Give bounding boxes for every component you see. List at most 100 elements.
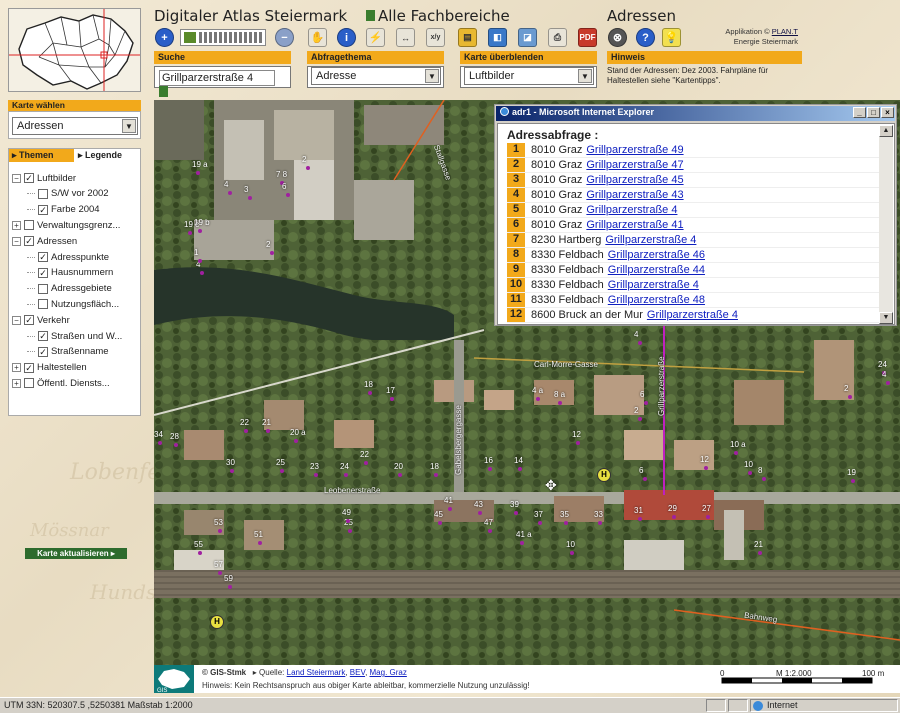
help-icon[interactable]: ?: [636, 28, 655, 47]
layer-checkbox[interactable]: ✓: [38, 346, 48, 357]
bus-stop-icon[interactable]: H: [210, 615, 224, 629]
tips-lightbulb-icon[interactable]: 💡: [662, 28, 681, 47]
address-point-marker[interactable]: [200, 271, 204, 275]
source-link[interactable]: BEV: [350, 668, 365, 677]
address-point-marker[interactable]: [258, 541, 262, 545]
address-point-marker[interactable]: [758, 551, 762, 555]
address-point-marker[interactable]: [448, 507, 452, 511]
address-point-marker[interactable]: [198, 551, 202, 555]
address-point-marker[interactable]: [348, 529, 352, 533]
search-input[interactable]: Grillparzerstraße 4: [159, 70, 275, 86]
result-street-link[interactable]: Grillparzerstraße 47: [586, 159, 683, 171]
layer-checkbox[interactable]: ✓: [38, 331, 48, 341]
address-query-popup[interactable]: adr1 - Microsoft Internet Explorer _ □ ×…: [494, 104, 897, 326]
layer-item[interactable]: − ✓ Adressen: [12, 234, 77, 248]
expand-icon[interactable]: +: [12, 363, 21, 373]
address-point-marker[interactable]: [478, 511, 482, 515]
address-point-marker[interactable]: [174, 443, 178, 447]
overview-icon[interactable]: ◧: [488, 28, 507, 47]
abfrage-select[interactable]: Adresse ▼: [311, 67, 441, 85]
address-point-marker[interactable]: [198, 229, 202, 233]
address-point-marker[interactable]: [344, 473, 348, 477]
result-street-link[interactable]: Grillparzerstraße 48: [608, 294, 705, 306]
source-link[interactable]: Mag. Graz: [370, 668, 407, 677]
layer-checkbox[interactable]: ✓: [38, 252, 48, 262]
fachbereiche-link[interactable]: Alle Fachbereiche: [366, 7, 510, 25]
address-point-marker[interactable]: [398, 473, 402, 477]
overlay-select[interactable]: Luftbilder ▼: [464, 67, 594, 85]
address-point-marker[interactable]: [638, 417, 642, 421]
address-point-marker[interactable]: [346, 519, 350, 523]
tab-legende[interactable]: ▸ Legende: [75, 149, 140, 162]
address-point-marker[interactable]: [266, 429, 270, 433]
layer-item[interactable]: + ✓ Haltestellen: [12, 361, 87, 375]
result-street-link[interactable]: Grillparzerstraße 45: [586, 174, 683, 186]
address-point-marker[interactable]: [488, 529, 492, 533]
address-point-marker[interactable]: [520, 541, 524, 545]
address-point-marker[interactable]: [704, 466, 708, 470]
collapse-icon[interactable]: −: [12, 173, 21, 183]
address-point-marker[interactable]: [851, 479, 855, 483]
address-point-marker[interactable]: [188, 231, 192, 235]
layer-checkbox[interactable]: [24, 220, 34, 231]
layer-checkbox[interactable]: ✓: [24, 173, 34, 183]
address-point-marker[interactable]: [230, 469, 234, 473]
address-point-marker[interactable]: [306, 166, 310, 170]
scroll-up-icon[interactable]: ▲: [879, 125, 893, 137]
layer-checkbox[interactable]: [38, 299, 48, 310]
address-point-marker[interactable]: [368, 391, 372, 395]
scroll-down-icon[interactable]: ▼: [879, 312, 893, 324]
coordinates-icon[interactable]: x/y: [426, 28, 445, 47]
layer-item[interactable]: + Öffentl. Diensts...: [12, 376, 110, 390]
address-point-marker[interactable]: [848, 395, 852, 399]
address-point-marker[interactable]: [748, 471, 752, 475]
address-point-marker[interactable]: [558, 401, 562, 405]
zoom-slider[interactable]: [180, 29, 266, 46]
zoom-out-icon[interactable]: −: [275, 28, 294, 47]
close-icon[interactable]: ×: [881, 107, 894, 118]
result-street-link[interactable]: Grillparzerstraße 43: [586, 189, 683, 201]
collapse-icon[interactable]: −: [12, 236, 21, 246]
pan-hand-icon[interactable]: ✋: [308, 28, 327, 47]
address-point-marker[interactable]: [434, 473, 438, 477]
address-point-marker[interactable]: [228, 191, 232, 195]
address-point-marker[interactable]: [514, 511, 518, 515]
zoom-in-icon[interactable]: +: [155, 28, 174, 47]
address-point-marker[interactable]: [598, 521, 602, 525]
layer-checkbox[interactable]: [24, 378, 34, 389]
overview-minimap[interactable]: [8, 8, 141, 92]
address-point-marker[interactable]: [488, 467, 492, 471]
address-point-marker[interactable]: [286, 193, 290, 197]
layer-checkbox[interactable]: [38, 188, 48, 199]
update-map-button[interactable]: Karte aktualisieren ▸: [25, 548, 127, 559]
layer-item[interactable]: ✓ Straßen und W...: [27, 329, 122, 343]
address-point-marker[interactable]: [643, 477, 647, 481]
address-point-marker[interactable]: [364, 461, 368, 465]
popup-scrollbar[interactable]: ▲ ▼: [879, 125, 893, 324]
layer-checkbox[interactable]: [38, 283, 48, 294]
measure-icon[interactable]: ⚡: [366, 28, 385, 47]
address-point-marker[interactable]: [196, 171, 200, 175]
result-street-link[interactable]: Grillparzerstraße 4: [647, 309, 738, 321]
bus-stop-icon[interactable]: H: [597, 468, 611, 482]
maximize-icon[interactable]: □: [867, 107, 880, 118]
karte-waehlen-select[interactable]: Adressen ▼: [12, 117, 138, 135]
layer-item[interactable]: Adressgebiete: [27, 282, 112, 296]
info-icon[interactable]: i: [337, 28, 356, 47]
address-point-marker[interactable]: [244, 429, 248, 433]
address-point-marker[interactable]: [218, 571, 222, 575]
layer-item[interactable]: ✓ Straßenname: [27, 345, 109, 359]
source-link[interactable]: Land Steiermark: [287, 668, 346, 677]
minimize-icon[interactable]: _: [853, 107, 866, 118]
result-street-link[interactable]: Grillparzerstraße 4: [608, 279, 699, 291]
window-icon[interactable]: ◪: [518, 28, 537, 47]
address-point-marker[interactable]: [228, 585, 232, 589]
layer-checkbox[interactable]: ✓: [24, 236, 34, 247]
result-street-link[interactable]: Grillparzerstraße 49: [586, 144, 683, 156]
address-point-marker[interactable]: [270, 251, 274, 255]
distance-icon[interactable]: ↔: [396, 28, 415, 47]
address-point-marker[interactable]: [762, 477, 766, 481]
result-street-link[interactable]: Grillparzerstraße 41: [586, 219, 683, 231]
layer-item[interactable]: S/W vor 2002: [27, 187, 109, 201]
result-street-link[interactable]: Grillparzerstraße 44: [608, 264, 705, 276]
